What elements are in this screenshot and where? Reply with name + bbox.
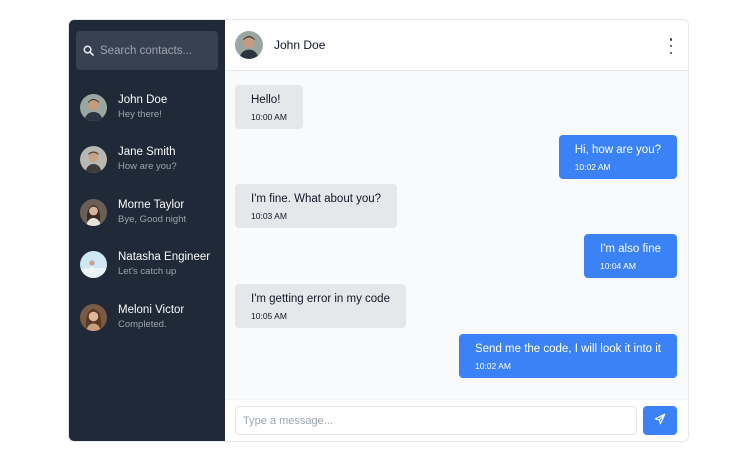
chat-app: John Doe Hey there! Jane Smith How are y… xyxy=(68,19,689,442)
message-input[interactable] xyxy=(235,406,637,435)
contact-jane-smith[interactable]: Jane Smith How are you? xyxy=(69,134,225,187)
avatar xyxy=(80,303,107,331)
message-list: Hello! 10:00 AM Hi, how are you? 10:02 A… xyxy=(225,71,688,399)
message-text: I'm fine. What about you? xyxy=(251,193,382,205)
contact-morne-taylor[interactable]: Morne Taylor Bye, Good night xyxy=(69,186,225,239)
message-outgoing: Send me the code, I will look it into it… xyxy=(458,334,677,378)
contact-name: Natasha Engineer xyxy=(118,251,211,264)
message-text: Hello! xyxy=(251,94,281,106)
more-vertical-icon[interactable] xyxy=(666,38,676,54)
contact-name: Jane Smith xyxy=(118,146,176,159)
contact-natasha-engineer[interactable]: Natasha Engineer Let's catch up xyxy=(69,239,225,292)
avatar xyxy=(80,251,107,279)
avatar xyxy=(80,93,107,121)
contact-preview: Let's catch up xyxy=(118,266,177,278)
contact-name: Meloni Victor xyxy=(118,303,185,316)
contact-name: Morne Taylor xyxy=(118,198,185,211)
contact-list: John Doe Hey there! Jane Smith How are y… xyxy=(69,81,225,344)
chat-header: John Doe xyxy=(225,20,688,71)
message-time: 10:02 AM xyxy=(474,361,511,371)
chat-title: John Doe xyxy=(274,38,326,52)
message-time: 10:04 AM xyxy=(600,261,636,271)
chat-panel: John Doe Hello! 10:00 AM Hi, how are you… xyxy=(225,20,688,441)
message-outgoing: I'm also fine 10:04 AM xyxy=(584,234,677,278)
message-text: I'm also fine xyxy=(600,243,661,255)
message-outgoing: Hi, how are you? 10:02 AM xyxy=(558,135,677,179)
contact-preview: Completed. xyxy=(118,318,167,330)
message-time: 10:00 AM xyxy=(251,112,287,122)
contact-meloni-victor[interactable]: Meloni Victor Completed. xyxy=(69,291,225,344)
avatar xyxy=(235,31,263,59)
sidebar: John Doe Hey there! Jane Smith How are y… xyxy=(69,20,225,441)
contact-john-doe[interactable]: John Doe Hey there! xyxy=(69,81,225,134)
message-incoming: I'm fine. What about you? 10:03 AM xyxy=(235,184,398,228)
message-time: 10:05 AM xyxy=(251,311,287,321)
message-incoming: I'm getting error in my code 10:05 AM xyxy=(235,284,406,328)
search-input[interactable] xyxy=(100,44,218,57)
message-text: Hi, how are you? xyxy=(574,144,661,156)
send-button[interactable] xyxy=(643,406,677,435)
avatar xyxy=(80,198,107,226)
composer xyxy=(225,399,688,441)
contact-preview: How are you? xyxy=(118,161,177,173)
message-time: 10:02 AM xyxy=(574,162,611,172)
search-icon xyxy=(83,44,94,58)
message-time: 10:03 AM xyxy=(251,211,287,221)
send-icon xyxy=(654,412,666,430)
message-incoming: Hello! 10:00 AM xyxy=(235,85,303,129)
contact-preview: Hey there! xyxy=(118,108,162,120)
contact-name: John Doe xyxy=(118,93,168,106)
message-text: I'm getting error in my code xyxy=(251,293,390,305)
search-box[interactable] xyxy=(76,31,218,70)
contact-preview: Bye, Good night xyxy=(118,213,187,225)
message-text: Send me the code, I will look it into it xyxy=(474,343,661,355)
avatar xyxy=(80,146,107,174)
